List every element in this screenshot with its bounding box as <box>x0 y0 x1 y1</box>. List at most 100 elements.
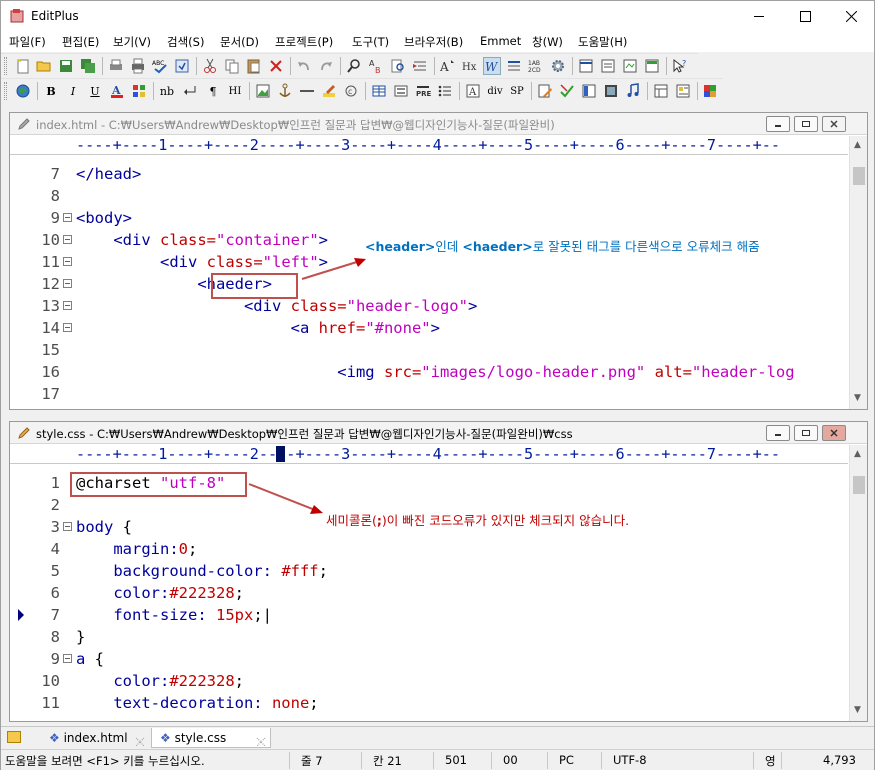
code-line[interactable]: 16 <img src="images/logo-header.png" alt… <box>10 361 848 383</box>
code-line[interactable]: 13 <div class="header-logo"> <box>10 295 848 317</box>
menu-emmet[interactable]: Emmet <box>480 34 521 48</box>
fold-toggle-icon[interactable] <box>63 257 72 266</box>
fold-toggle-icon[interactable] <box>63 213 72 222</box>
audio-icon[interactable] <box>624 82 642 100</box>
cut-icon[interactable] <box>201 57 219 75</box>
anchor-icon[interactable] <box>276 82 294 100</box>
menu-document[interactable]: 문서(D) <box>220 34 259 50</box>
color-picker-icon[interactable] <box>701 82 719 100</box>
scroll-thumb[interactable] <box>853 167 865 185</box>
fold-toggle-icon[interactable] <box>63 323 72 332</box>
menu-help[interactable]: 도움말(H) <box>578 34 627 50</box>
tab-index-html[interactable]: ❖ index.html <box>41 728 149 748</box>
browser-globe-icon[interactable] <box>14 82 32 100</box>
code-line[interactable]: 10 color:#222328; <box>10 670 848 692</box>
paragraph-icon[interactable]: ¶ <box>204 82 222 100</box>
auto-complete-icon[interactable] <box>173 57 191 75</box>
line-number-icon[interactable]: 1AB 2CD <box>527 57 545 75</box>
menu-tools[interactable]: 도구(T) <box>352 34 389 50</box>
special-char-icon[interactable]: c <box>342 82 360 100</box>
code-line[interactable]: 17 <box>10 383 848 405</box>
code-line[interactable]: 7 </head> <box>10 163 848 185</box>
vertical-scrollbar[interactable]: ▲ ▼ <box>849 136 867 409</box>
code-line[interactable]: 8 <box>10 185 848 207</box>
preformatted-icon[interactable]: PRE <box>414 82 432 100</box>
code-line[interactable]: 11 text-decoration: none; <box>10 692 848 714</box>
nbsp-icon[interactable]: nb <box>158 82 176 100</box>
doc-minimize-button[interactable] <box>766 116 790 132</box>
html-toolbar-grip[interactable] <box>4 82 7 100</box>
underline-icon[interactable]: U <box>86 82 104 100</box>
code-line[interactable]: 9 <body> <box>10 207 848 229</box>
word-wrap-icon[interactable]: W <box>483 57 501 75</box>
form-icon[interactable] <box>392 82 410 100</box>
doc-restore-button[interactable] <box>794 116 818 132</box>
open-folder-icon[interactable] <box>35 57 53 75</box>
close-button[interactable] <box>828 1 874 32</box>
redo-icon[interactable] <box>317 57 335 75</box>
save-all-icon[interactable] <box>79 57 97 75</box>
ruler-toggle-icon[interactable] <box>505 57 523 75</box>
html-heading-icon[interactable]: Hx <box>461 57 479 75</box>
code-line[interactable]: 6 color:#222328; <box>10 582 848 604</box>
vertical-scrollbar[interactable]: ▲ ▼ <box>849 445 867 721</box>
folder-icon[interactable] <box>7 731 21 743</box>
scroll-up-arrow-icon[interactable]: ▲ <box>854 449 861 459</box>
tab-close-icon[interactable] <box>135 733 145 747</box>
toolbar-grip[interactable] <box>4 57 7 75</box>
tab-close-icon[interactable] <box>256 733 266 747</box>
doc-close-button[interactable] <box>822 425 846 441</box>
status-encoding[interactable]: UTF-8 <box>613 753 647 767</box>
scroll-down-arrow-icon[interactable]: ▼ <box>854 393 861 403</box>
delete-icon[interactable] <box>267 57 285 75</box>
code-line[interactable]: 8} <box>10 626 848 648</box>
menu-search[interactable]: 검색(S) <box>167 34 204 50</box>
menu-file[interactable]: 파일(F) <box>9 34 46 50</box>
layout-icon[interactable] <box>652 82 670 100</box>
scroll-down-arrow-icon[interactable]: ▼ <box>854 705 861 715</box>
menu-project[interactable]: 프로젝트(P) <box>275 34 333 50</box>
menu-window[interactable]: 창(W) <box>532 34 563 50</box>
fold-toggle-icon[interactable] <box>63 522 72 531</box>
image-icon[interactable] <box>254 82 272 100</box>
code-line[interactable]: 7 font-size: 15px;| <box>10 604 848 626</box>
style-edit-icon[interactable] <box>536 82 554 100</box>
fold-toggle-icon[interactable] <box>63 654 72 663</box>
bold-icon[interactable]: B <box>42 82 60 100</box>
replace-icon[interactable]: AB <box>367 57 385 75</box>
code-line[interactable]: 14 <a href="#none"> <box>10 317 848 339</box>
fold-toggle-icon[interactable] <box>63 279 72 288</box>
table-icon[interactable] <box>370 82 388 100</box>
menu-view[interactable]: 보기(V) <box>113 34 151 50</box>
color-palette-icon[interactable] <box>130 82 148 100</box>
document-list-icon[interactable] <box>599 57 617 75</box>
line-break-icon[interactable] <box>182 82 200 100</box>
horizontal-rule-icon[interactable] <box>298 82 316 100</box>
goto-line-icon[interactable] <box>411 57 429 75</box>
directory-window-icon[interactable] <box>643 57 661 75</box>
tab-style-css[interactable]: ❖ style.css <box>151 728 271 748</box>
fold-toggle-icon[interactable] <box>63 235 72 244</box>
heading-icon[interactable]: HI <box>226 82 244 100</box>
doc-restore-button[interactable] <box>794 425 818 441</box>
code-line[interactable]: 15 <box>10 339 848 361</box>
frame-icon[interactable] <box>580 82 598 100</box>
find-icon[interactable] <box>345 57 363 75</box>
highlight-icon[interactable] <box>320 82 338 100</box>
window-layout-icon[interactable] <box>577 57 595 75</box>
print-icon[interactable] <box>129 57 147 75</box>
menu-browser[interactable]: 브라우저(B) <box>404 34 463 50</box>
italic-icon[interactable]: I <box>64 82 82 100</box>
paste-icon[interactable] <box>245 57 263 75</box>
print-preview-icon[interactable] <box>107 57 125 75</box>
doc-minimize-button[interactable] <box>766 425 790 441</box>
div-icon[interactable]: div <box>486 82 504 100</box>
minimize-button[interactable] <box>736 1 782 32</box>
undo-icon[interactable] <box>295 57 313 75</box>
status-line-ending[interactable]: PC <box>559 753 574 767</box>
context-help-icon[interactable]: ? <box>671 57 689 75</box>
list-icon[interactable] <box>436 82 454 100</box>
font-tag-icon[interactable]: A <box>464 82 482 100</box>
code-line[interactable]: 12 <haeder> <box>10 273 848 295</box>
font-size-icon[interactable]: A <box>439 57 457 75</box>
